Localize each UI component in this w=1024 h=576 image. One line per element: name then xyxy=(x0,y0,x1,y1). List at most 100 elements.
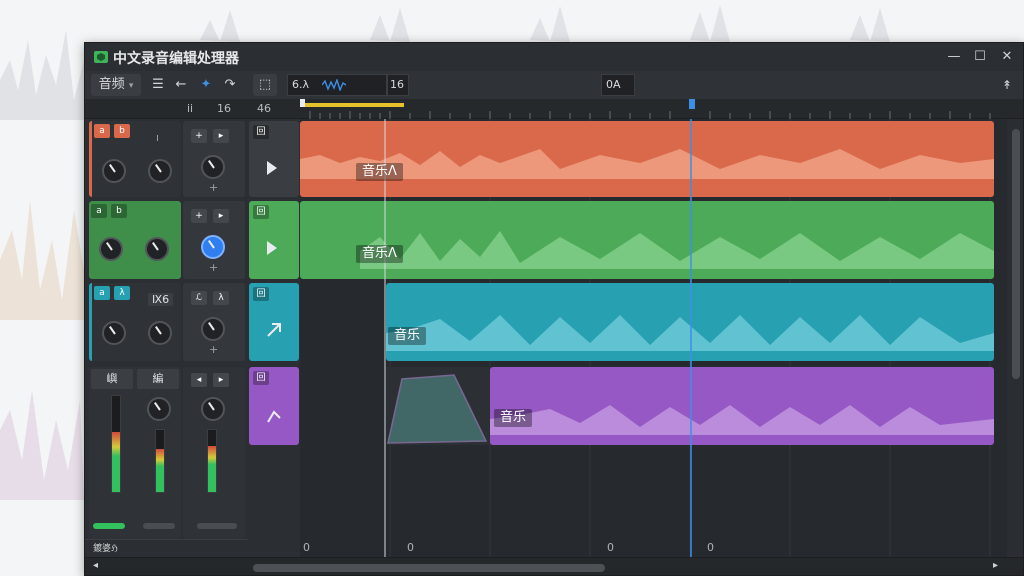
position-value: 6.λ xyxy=(292,78,310,91)
position-field[interactable]: 6.λ xyxy=(287,74,387,96)
track-2-header-icon[interactable]: 回 xyxy=(253,205,269,219)
track-4-automation-icon[interactable] xyxy=(265,407,283,425)
track-2-play-icon[interactable] xyxy=(267,241,277,255)
track-2-header[interactable]: 回 xyxy=(249,201,299,279)
horizontal-scrollbar[interactable]: ◂ ▸ xyxy=(85,557,1023,575)
scroll-left-icon[interactable]: ◂ xyxy=(93,560,98,571)
track-1-gain-knob[interactable] xyxy=(201,155,225,179)
vertical-scroll-thumb[interactable] xyxy=(1012,129,1020,379)
track-2-play-fx-button[interactable]: ▸ xyxy=(213,209,229,223)
maximize-button[interactable]: ☐ xyxy=(969,47,991,67)
track-4-prev-button[interactable]: ◂ xyxy=(191,373,207,387)
ruler-label: ii xyxy=(187,102,194,115)
level-meter-fx xyxy=(207,429,217,493)
timeline-tick-label: 0 xyxy=(607,541,614,554)
track-4-fader[interactable] xyxy=(93,523,125,529)
save-icon[interactable]: ⬚ xyxy=(253,74,277,96)
track-1-play-icon[interactable] xyxy=(267,161,277,175)
clip-2-label: 音乐Λ xyxy=(356,245,403,263)
level-meter-right xyxy=(155,429,165,493)
level-meter-left xyxy=(111,395,121,493)
track-1-add-fx-button[interactable]: + xyxy=(191,129,207,143)
track-2-pan-knob[interactable] xyxy=(145,237,169,261)
ruler-ticks xyxy=(300,99,991,119)
track-3-fx-button-b[interactable]: λ xyxy=(213,291,229,305)
track-1-add-send[interactable]: + xyxy=(209,181,218,194)
back-button[interactable]: ← xyxy=(171,74,191,96)
track-4-header-icon[interactable]: 回 xyxy=(253,371,269,385)
track-2-gain-knob[interactable] xyxy=(201,235,225,259)
status-text: 鍍婆ℌ xyxy=(85,539,248,557)
app-title: 中文录音编辑处理器 xyxy=(113,51,239,67)
loop-start-handle[interactable] xyxy=(300,99,305,107)
track-2-record-badge[interactable]: a xyxy=(91,204,107,218)
track-2-add-send[interactable]: + xyxy=(209,261,218,274)
track-3-fx-button-a[interactable]: ℒ xyxy=(191,291,207,305)
clip-1-label: 音乐Λ xyxy=(356,163,403,181)
chevron-down-icon: ▾ xyxy=(128,81,134,91)
timeline-area[interactable]: 音乐Λ 音乐Λ 音乐 音乐 xyxy=(300,119,1007,559)
app-logo-icon xyxy=(94,51,108,63)
track-2-add-fx-button[interactable]: + xyxy=(191,209,207,223)
scroll-right-icon[interactable]: ▸ xyxy=(993,560,998,571)
timeline-tick-label: 0 xyxy=(707,541,714,554)
track-2-mute-badge[interactable]: b xyxy=(111,204,127,218)
track-header-column: 回 回 回 回 xyxy=(248,119,300,559)
toolbar: 音频 ▾ ☰ ← ✦ ↷ ⬚ 6.λ 16 0A ↟ xyxy=(85,71,1023,99)
track-3-volume-knob[interactable] xyxy=(102,321,126,345)
track-4-fader-2[interactable] xyxy=(143,523,175,529)
track-4-fx-fader[interactable] xyxy=(197,523,237,529)
track-3-gain-knob[interactable] xyxy=(201,317,225,341)
track-4-mixer-strip: 嶼 編 xyxy=(89,367,181,539)
marker-field[interactable]: 0A xyxy=(601,74,635,96)
track-1-label: ı xyxy=(156,131,160,144)
track-1-pan-knob[interactable] xyxy=(148,159,172,183)
track-4-mixer-tab-2[interactable]: 編 xyxy=(137,369,179,389)
track-1-header[interactable]: 回 xyxy=(249,121,299,197)
main-window: 中文录音编辑处理器 — ☐ ✕ 音频 ▾ ☰ ← ✦ ↷ ⬚ 6.λ 16 0A… xyxy=(84,42,1024,576)
track-3-control-strip: a λ Ⅸ6 xyxy=(89,283,181,361)
track-2-volume-knob[interactable] xyxy=(99,237,123,261)
close-button[interactable]: ✕ xyxy=(996,47,1018,67)
ruler-label: 46 xyxy=(257,102,271,115)
track-controls-panel: a b ı + ▸ + a b + ▸ + a λ Ⅸ6 ℒ λ + 嶼 編 ◂… xyxy=(85,119,248,559)
audio-menu-label: 音频 xyxy=(98,77,125,92)
list-icon[interactable]: ☰ xyxy=(147,74,169,96)
time-ruler[interactable]: ii 16 46 xyxy=(85,99,1023,119)
track-2-fx-strip: + ▸ + xyxy=(183,201,245,279)
track-4-header[interactable]: 回 xyxy=(249,367,299,445)
track-4-fx-strip: ◂ ▸ xyxy=(183,367,245,539)
cursor-tool-icon[interactable]: ✦ xyxy=(195,74,217,96)
track-1-header-icon[interactable]: 回 xyxy=(253,125,269,139)
track-1-play-fx-button[interactable]: ▸ xyxy=(213,129,229,143)
track-1-volume-knob[interactable] xyxy=(102,159,126,183)
vertical-scrollbar[interactable] xyxy=(1007,119,1023,559)
track-3-label[interactable]: Ⅸ6 xyxy=(148,293,174,306)
playhead-handle[interactable] xyxy=(689,99,695,109)
horizontal-scroll-thumb[interactable] xyxy=(253,564,605,572)
timeline-tick-label: 0 xyxy=(407,541,414,554)
audio-menu-button[interactable]: 音频 ▾ xyxy=(91,74,141,96)
clip-4-label: 音乐 xyxy=(494,409,533,427)
track-4-mixer-tab-1[interactable]: 嶼 xyxy=(91,369,133,389)
track-3-arrow-icon[interactable] xyxy=(265,321,283,339)
scroll-up-icon[interactable]: ↟ xyxy=(997,74,1017,96)
track-3-mute-badge[interactable]: λ xyxy=(114,286,130,300)
track-4-gain-knob[interactable] xyxy=(201,397,225,421)
track-1-record-badge[interactable]: a xyxy=(94,124,110,138)
track-1-mute-badge[interactable]: b xyxy=(114,124,130,138)
track-4-next-button[interactable]: ▸ xyxy=(213,373,229,387)
track-3-add-send[interactable]: + xyxy=(209,343,218,356)
track-4-pan-knob[interactable] xyxy=(147,397,171,421)
timeline-tick-label: 0 xyxy=(303,541,310,554)
minimize-button[interactable]: — xyxy=(943,47,965,67)
loop-region[interactable] xyxy=(300,103,404,107)
track-3-header[interactable]: 回 xyxy=(249,283,299,361)
bpm-field[interactable]: 16 xyxy=(387,74,409,96)
track-3-record-badge[interactable]: a xyxy=(94,286,110,300)
bpm-value: 16 xyxy=(390,78,404,91)
track-1-fx-strip: + ▸ + xyxy=(183,121,245,197)
redo-button[interactable]: ↷ xyxy=(219,74,241,96)
track-3-header-icon[interactable]: 回 xyxy=(253,287,269,301)
track-3-pan-knob[interactable] xyxy=(148,321,172,345)
